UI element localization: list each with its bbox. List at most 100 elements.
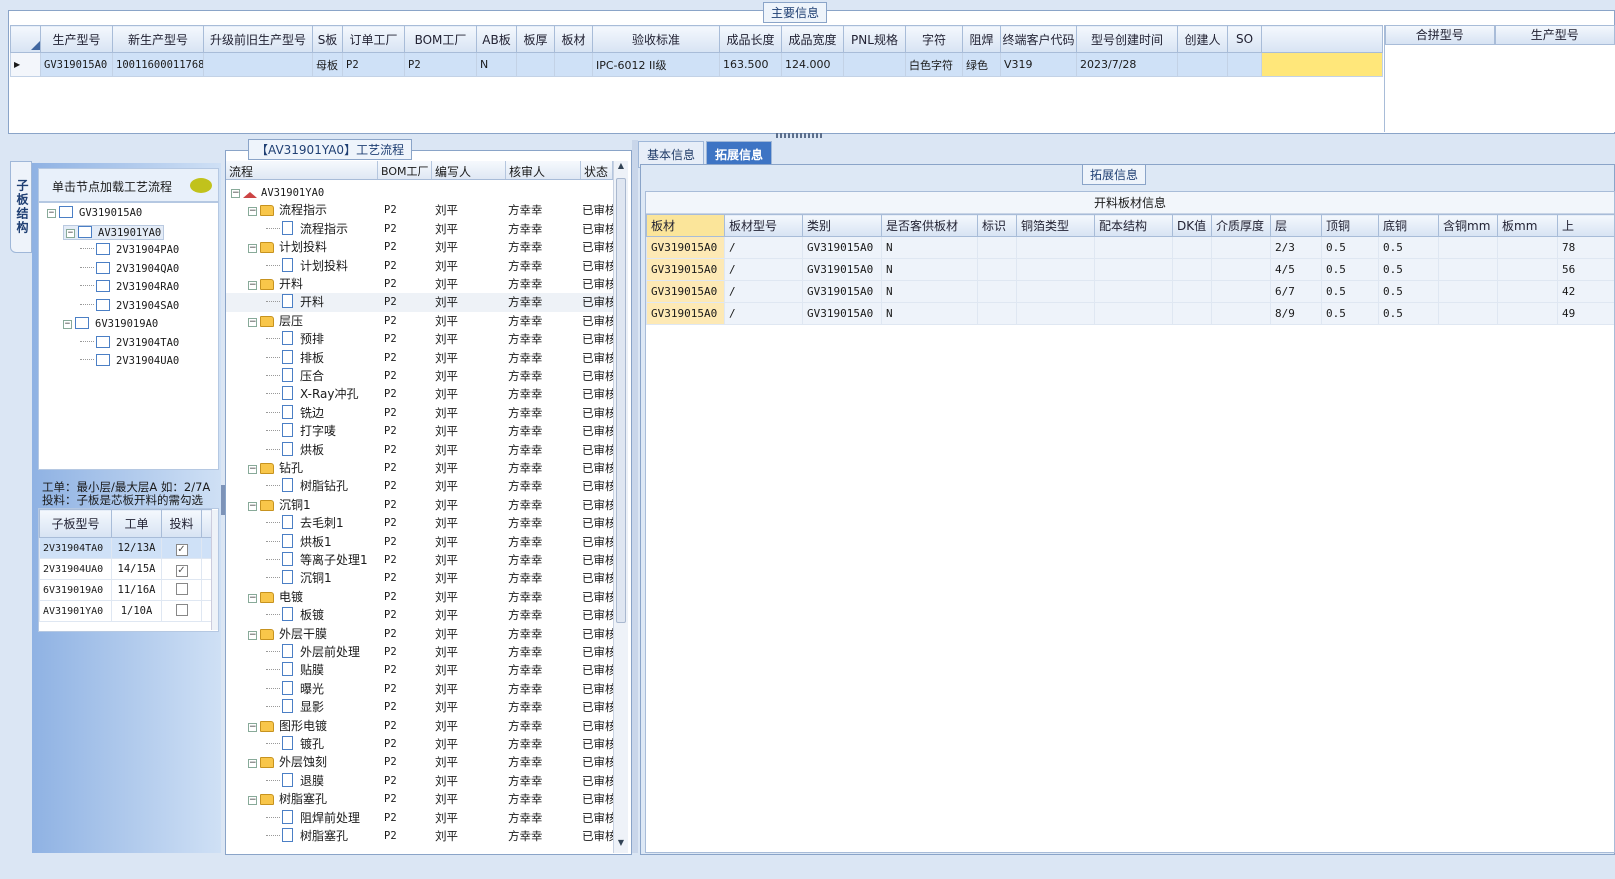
material-col-header-6[interactable]: 配本结构 bbox=[1094, 214, 1173, 237]
material-cell[interactable]: GV319015A0 bbox=[646, 302, 725, 325]
process-step-row[interactable]: 打字唛 P2 刘平 方幸幸 已审核 bbox=[226, 422, 613, 441]
process-group-row[interactable]: − 钻孔 P2 刘平 方幸幸 已审核 bbox=[226, 459, 613, 478]
sub-model-cell[interactable]: 2V31904UA0 bbox=[39, 558, 112, 580]
scroll-thumb[interactable] bbox=[616, 178, 626, 623]
material-cell[interactable] bbox=[977, 280, 1017, 303]
sub-col-header-0[interactable]: 子板型号 bbox=[39, 509, 112, 538]
col-header-18[interactable]: SO bbox=[1227, 25, 1262, 53]
sub-feed-cell[interactable] bbox=[161, 600, 202, 622]
material-cell[interactable]: / bbox=[724, 258, 803, 281]
col-header-8[interactable]: 板材 bbox=[554, 25, 593, 53]
splitter-handle[interactable] bbox=[776, 133, 824, 138]
material-col-header-0[interactable]: 板材 bbox=[646, 214, 725, 237]
process-step-row[interactable]: 外层前处理 P2 刘平 方幸幸 已审核 bbox=[226, 643, 613, 662]
col-header-17[interactable]: 创建人 bbox=[1177, 25, 1228, 53]
process-step-row[interactable]: 树脂塞孔 P2 刘平 方幸幸 已审核 bbox=[226, 827, 613, 846]
process-col-header-4[interactable]: 状态 bbox=[581, 161, 613, 179]
tree-node-checkbox[interactable] bbox=[75, 317, 89, 329]
sub-model-cell[interactable]: 6V319019A0 bbox=[39, 579, 112, 601]
col-header-16[interactable]: 型号创建时间 bbox=[1076, 25, 1178, 53]
material-cell[interactable]: N bbox=[881, 280, 978, 303]
material-cell[interactable] bbox=[1016, 302, 1095, 325]
scroll-down-arrow[interactable]: ▼ bbox=[614, 838, 628, 853]
process-col-header-1[interactable]: BOM工厂 bbox=[378, 161, 432, 179]
process-group-row[interactable]: − 流程指示 P2 刘平 方幸幸 已审核 bbox=[226, 201, 613, 220]
tree-node-checkbox[interactable] bbox=[96, 261, 110, 274]
material-row[interactable]: GV319015A0/GV319015A0 N 2/3 0.5 0.5 78 bbox=[646, 236, 1614, 259]
process-step-row[interactable]: 板镀 P2 刘平 方幸幸 已审核 bbox=[226, 606, 613, 625]
tree-expander[interactable]: − bbox=[248, 281, 257, 290]
col-header-10[interactable]: 成品长度 bbox=[719, 25, 782, 53]
material-cell[interactable]: 0.5 bbox=[1321, 302, 1379, 325]
material-row[interactable]: GV319015A0/GV319015A0 N 6/7 0.5 0.5 42 bbox=[646, 280, 1614, 303]
sub-feed-cell[interactable]: ✓ bbox=[161, 537, 202, 559]
material-cell[interactable]: / bbox=[724, 280, 803, 303]
material-cell[interactable]: GV319015A0 bbox=[646, 236, 725, 259]
main-cell-15[interactable]: V319 bbox=[1000, 52, 1077, 77]
sub-grid-scrollbar[interactable] bbox=[211, 510, 218, 630]
sub-table-row[interactable]: 6V319019A0 11/16A bbox=[39, 579, 212, 601]
process-step-row[interactable]: 贴膜 P2 刘平 方幸幸 已审核 bbox=[226, 661, 613, 680]
material-cell[interactable] bbox=[1016, 236, 1095, 259]
main-cell-12[interactable] bbox=[843, 52, 906, 77]
tree-node-checkbox[interactable] bbox=[96, 335, 110, 348]
material-cell[interactable]: 2/3 bbox=[1270, 236, 1322, 259]
material-col-header-10[interactable]: 顶铜 bbox=[1321, 214, 1379, 237]
material-cell[interactable]: 8/9 bbox=[1270, 302, 1322, 325]
material-cell[interactable]: 78 bbox=[1557, 236, 1614, 259]
material-cell[interactable]: N bbox=[881, 236, 978, 259]
feed-checkbox[interactable]: ✓ bbox=[175, 543, 188, 556]
comment-icon[interactable] bbox=[190, 178, 212, 193]
process-step-row[interactable]: 铣边 P2 刘平 方幸幸 已审核 bbox=[226, 404, 613, 423]
main-cell-3[interactable]: 母板 bbox=[312, 52, 343, 77]
process-group-row[interactable]: − 沉铜1 P2 刘平 方幸幸 已审核 bbox=[226, 496, 613, 515]
process-step-row[interactable]: 预排 P2 刘平 方幸幸 已审核 bbox=[226, 330, 613, 349]
process-col-header-3[interactable]: 核审人 bbox=[506, 161, 581, 179]
main-cell-16[interactable]: 2023/7/28 bbox=[1076, 52, 1178, 77]
col-header-11[interactable]: 成品宽度 bbox=[781, 25, 844, 53]
sub-model-cell[interactable]: AV31901YA0 bbox=[39, 600, 112, 622]
row-pointer[interactable]: ▶ bbox=[10, 52, 41, 77]
col-header-14[interactable]: 阻焊 bbox=[962, 25, 1001, 53]
tree-node-checkbox[interactable] bbox=[96, 280, 110, 292]
tree-node[interactable]: − 6V319019A0 bbox=[63, 317, 158, 330]
sub-order-cell[interactable]: 12/13A bbox=[111, 537, 162, 559]
material-cell[interactable]: GV319015A0 bbox=[646, 258, 725, 281]
tree-expander[interactable]: − bbox=[248, 722, 257, 732]
process-group-row[interactable]: − 图形电镀 P2 刘平 方幸幸 已审核 bbox=[226, 717, 613, 736]
material-row[interactable]: GV319015A0/GV319015A0 N 4/5 0.5 0.5 56 bbox=[646, 258, 1614, 281]
material-cell[interactable] bbox=[1438, 280, 1498, 303]
tree-expander[interactable]: − bbox=[248, 630, 257, 640]
material-cell[interactable] bbox=[1172, 280, 1212, 303]
process-step-row[interactable]: 显影 P2 刘平 方幸幸 已审核 bbox=[226, 698, 613, 717]
process-step-row[interactable]: 阻焊前处理 P2 刘平 方幸幸 已审核 bbox=[226, 809, 613, 828]
material-cell[interactable]: N bbox=[881, 302, 978, 325]
process-col-header-2[interactable]: 编写人 bbox=[432, 161, 506, 179]
main-cell-2[interactable] bbox=[203, 52, 313, 77]
material-col-header-3[interactable]: 是否客供板材 bbox=[881, 214, 978, 237]
material-cell[interactable]: 0.5 bbox=[1321, 280, 1379, 303]
main-cell-17[interactable] bbox=[1177, 52, 1228, 77]
main-cell-4[interactable]: P2 bbox=[342, 52, 405, 77]
material-cell[interactable] bbox=[1497, 236, 1558, 259]
process-step-row[interactable]: 树脂钻孔 P2 刘平 方幸幸 已审核 bbox=[226, 477, 613, 496]
sub-feed-cell[interactable] bbox=[161, 579, 202, 601]
material-cell[interactable] bbox=[1211, 280, 1271, 303]
material-cell[interactable] bbox=[1438, 302, 1498, 325]
tree-expander[interactable]: − bbox=[248, 501, 257, 511]
tree-node[interactable]: − AV31901YA0 bbox=[63, 224, 165, 240]
material-cell[interactable]: N bbox=[881, 258, 978, 281]
process-group-row[interactable]: − 开料 P2 刘平 方幸幸 已审核 bbox=[226, 275, 613, 294]
tree-expander[interactable]: − bbox=[248, 244, 257, 254]
tree-node-checkbox[interactable] bbox=[96, 354, 110, 366]
material-col-header-11[interactable]: 底铜 bbox=[1378, 214, 1439, 237]
tree-node[interactable]: 2V31904TA0 bbox=[80, 335, 179, 349]
col-merge-production-model[interactable]: 生产型号 bbox=[1494, 25, 1615, 45]
col-header-4[interactable]: 订单工厂 bbox=[342, 25, 405, 53]
material-col-header-12[interactable]: 含铜mm bbox=[1438, 214, 1498, 237]
tree-node[interactable]: 2V31904SA0 bbox=[80, 298, 179, 312]
tree-expander[interactable]: − bbox=[248, 207, 257, 217]
col-merge-model[interactable]: 合拼型号 bbox=[1385, 25, 1495, 45]
sub-col-header-2[interactable]: 投料 bbox=[161, 509, 202, 538]
main-cell-1[interactable]: 10011600011768 bbox=[112, 52, 204, 77]
